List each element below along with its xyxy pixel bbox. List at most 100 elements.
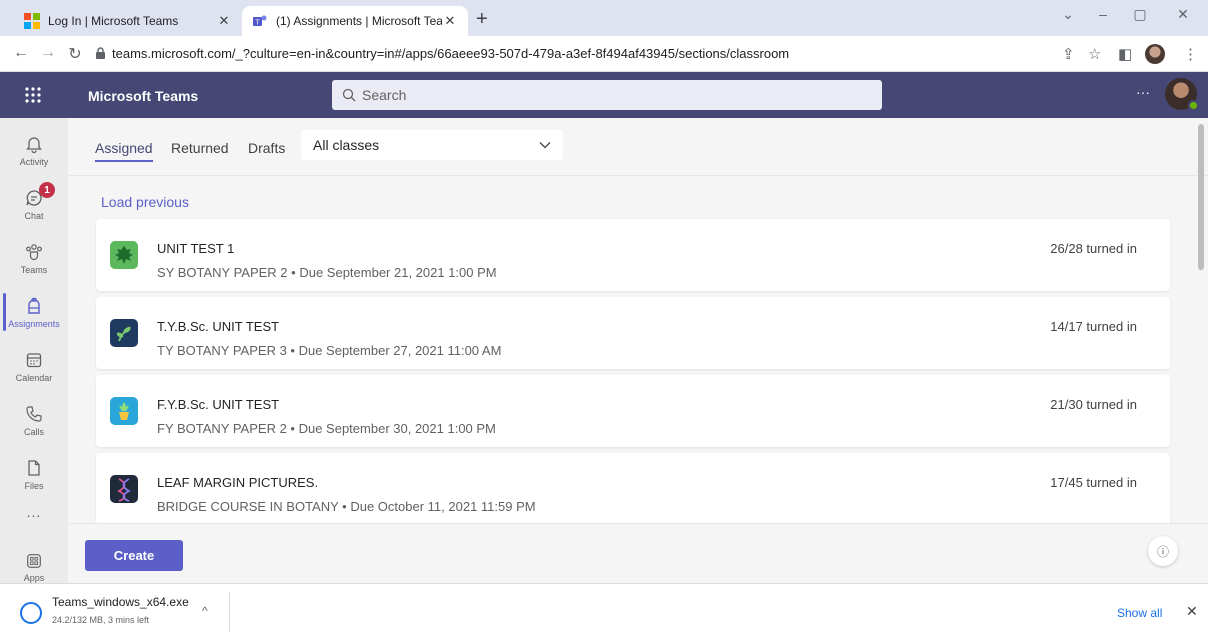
rail-item-activity[interactable]: Activity (0, 123, 68, 177)
main-scrollbar[interactable] (1198, 124, 1204, 270)
sidebar-icon[interactable]: ◧ (1118, 45, 1132, 63)
action-bar: Create ⓘ (68, 523, 1208, 583)
tab-close-icon[interactable]: ✕ (442, 13, 458, 29)
search-input[interactable]: Search (332, 80, 882, 110)
microsoft-logo-icon (24, 13, 40, 29)
plant-pot-icon (110, 397, 138, 425)
teams-logo-icon: T (253, 15, 267, 27)
search-placeholder: Search (362, 87, 407, 103)
assignment-title: UNIT TEST 1 (157, 241, 235, 256)
chevron-up-icon[interactable]: ^ (202, 604, 208, 618)
browser-tab-assignments[interactable]: T (1) Assignments | Microsoft Teams ✕ (242, 6, 468, 36)
file-icon (28, 459, 40, 476)
assignment-title: F.Y.B.Sc. UNIT TEST (157, 397, 280, 412)
app-title: Microsoft Teams (88, 88, 199, 104)
download-item[interactable]: Teams_windows_x64.exe 24.2/132 MB, 3 min… (14, 592, 230, 632)
rail-label: Chat (24, 210, 44, 221)
tab-title: (1) Assignments | Microsoft Teams (276, 14, 442, 28)
assignment-meta: BRIDGE COURSE IN BOTANY • Due October 11… (157, 499, 536, 514)
turned-in-count: 14/17 turned in (1050, 319, 1137, 334)
bell-icon (26, 136, 42, 153)
more-options-icon[interactable]: ··· (1136, 84, 1150, 100)
tab-drafts[interactable]: Drafts (248, 140, 285, 156)
rail-label: Teams (20, 264, 48, 275)
assignment-due: Due September 30, 2021 1:00 PM (298, 421, 496, 436)
turned-in-count: 17/45 turned in (1050, 475, 1137, 490)
back-icon[interactable]: ← (10, 44, 32, 62)
svg-text:T: T (255, 20, 260, 27)
assignment-class: SY BOTANY PAPER 2 (157, 265, 288, 280)
chevron-down-icon (539, 142, 551, 149)
assignment-card[interactable]: F.Y.B.Sc. UNIT TEST FY BOTANY PAPER 2 • … (96, 375, 1170, 447)
assignment-class: FY BOTANY PAPER 2 (157, 421, 287, 436)
browser-tab-login[interactable]: Log In | Microsoft Teams ✕ (14, 6, 242, 36)
rail-item-calendar[interactable]: Calendar (0, 339, 68, 393)
rail-more-icon[interactable]: ... (0, 504, 68, 520)
assignment-card[interactable]: T.Y.B.Sc. UNIT TEST TY BOTANY PAPER 3 • … (96, 297, 1170, 369)
turned-in-count: 21/30 turned in (1050, 397, 1137, 412)
share-icon[interactable]: ⇪ (1062, 45, 1075, 63)
turned-in-count: 26/28 turned in (1050, 241, 1137, 256)
app-launcher-icon[interactable] (22, 84, 44, 106)
show-all-downloads-link[interactable]: Show all (1117, 606, 1162, 620)
rail-label: Files (24, 480, 44, 491)
sprout-icon (110, 319, 138, 347)
calendar-icon (26, 352, 42, 367)
assignment-title: LEAF MARGIN PICTURES. (157, 475, 319, 490)
assignments-main: Assigned Returned Drafts All classes Loa… (68, 118, 1208, 583)
teams-header: Microsoft Teams Search ··· (0, 72, 1208, 118)
download-progress-text: 24.2/132 MB, 3 mins left (52, 615, 150, 625)
rail-item-chat[interactable]: Chat 1 (0, 177, 68, 231)
class-filter-value: All classes (313, 137, 380, 153)
assignment-class: BRIDGE COURSE IN BOTANY (157, 499, 339, 514)
class-filter-dropdown[interactable]: All classes (301, 130, 563, 160)
load-previous-link[interactable]: Load previous (101, 194, 189, 210)
app-rail: Activity Chat 1 Teams Assignments Calend… (0, 118, 68, 583)
rail-item-teams[interactable]: Teams (0, 231, 68, 285)
download-shelf: Teams_windows_x64.exe 24.2/132 MB, 3 min… (0, 583, 1208, 637)
presence-status-icon (1188, 100, 1199, 111)
browser-menu-icon[interactable]: ⋮ (1183, 45, 1198, 63)
forward-icon[interactable]: → (37, 44, 59, 62)
rail-label: Calls (23, 426, 44, 437)
tab-returned[interactable]: Returned (171, 140, 229, 156)
tab-search-chevron-icon[interactable]: ⌄ (1048, 6, 1088, 23)
assignment-card[interactable]: UNIT TEST 1 SY BOTANY PAPER 2 • Due Sept… (96, 219, 1170, 291)
new-tab-icon[interactable]: + (476, 9, 488, 29)
assignment-meta: FY BOTANY PAPER 2 • Due September 30, 20… (157, 421, 496, 436)
reload-icon[interactable]: ↻ (64, 44, 86, 64)
assignment-meta: SY BOTANY PAPER 2 • Due September 21, 20… (157, 265, 497, 280)
assignment-due: Due October 11, 2021 11:59 PM (350, 499, 536, 514)
assignment-due: Due September 27, 2021 11:00 AM (298, 343, 502, 358)
assignment-due: Due September 21, 2021 1:00 PM (299, 265, 497, 280)
dna-icon (110, 475, 138, 503)
rail-item-files[interactable]: Files (0, 447, 68, 501)
bookmark-star-icon[interactable]: ☆ (1088, 45, 1101, 63)
info-icon[interactable]: ⓘ (1148, 536, 1178, 566)
search-icon (342, 88, 356, 102)
tab-assigned[interactable]: Assigned (95, 140, 153, 162)
maximize-icon[interactable]: ▢ (1120, 6, 1160, 23)
apps-icon (27, 554, 41, 568)
minimize-icon[interactable]: – (1083, 6, 1123, 22)
rail-label: Calendar (15, 372, 53, 383)
rail-label: Apps (23, 573, 45, 583)
close-download-shelf-icon[interactable]: ✕ (1186, 603, 1198, 620)
rail-label: Activity (19, 156, 49, 167)
rail-item-calls[interactable]: Calls (0, 393, 68, 447)
rail-label: Assignments (8, 318, 60, 329)
assignment-meta: TY BOTANY PAPER 3 • Due September 27, 20… (157, 343, 502, 358)
window-close-icon[interactable]: ✕ (1163, 6, 1203, 23)
assignments-icon (28, 297, 40, 314)
url-field[interactable]: teams.microsoft.com/_?culture=en-in&coun… (112, 46, 789, 61)
browser-tab-strip: Log In | Microsoft Teams ✕ T (1) Assignm… (0, 0, 1208, 36)
create-button[interactable]: Create (85, 540, 183, 571)
rail-item-assignments[interactable]: Assignments (0, 285, 68, 339)
assignment-card[interactable]: LEAF MARGIN PICTURES. BRIDGE COURSE IN B… (96, 453, 1170, 525)
leaf-icon (110, 241, 138, 269)
tab-close-icon[interactable]: ✕ (216, 13, 232, 29)
rail-item-apps[interactable]: Apps (0, 546, 68, 583)
teams-icon (26, 243, 42, 260)
browser-profile-avatar[interactable] (1145, 44, 1165, 64)
address-bar: ← → ↻ teams.microsoft.com/_?culture=en-i… (0, 36, 1208, 72)
